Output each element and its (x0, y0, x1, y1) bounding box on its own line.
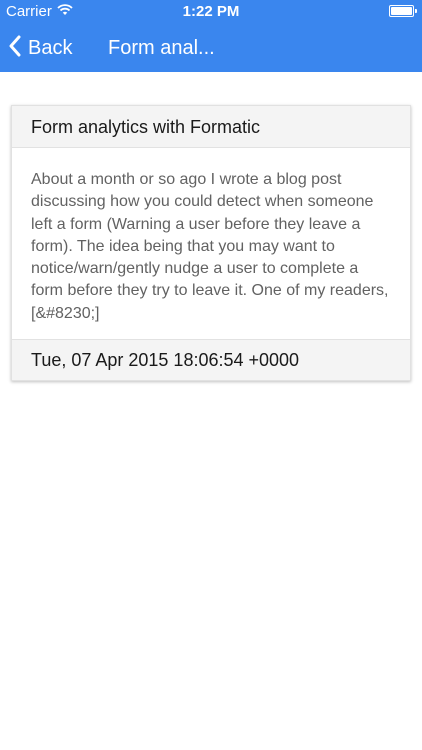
chevron-left-icon (8, 35, 22, 62)
status-time: 1:22 PM (182, 3, 240, 20)
post-excerpt: About a month or so ago I wrote a blog p… (31, 171, 389, 322)
back-label: Back (28, 36, 73, 59)
battery-icon (389, 5, 417, 17)
back-button[interactable]: Back (8, 32, 72, 64)
post-title: Form analytics with Formatic (12, 106, 410, 148)
app-screen: Carrier 1:22 PM Back Form anal... Form a… (0, 0, 422, 750)
header: Carrier 1:22 PM Back Form anal... (0, 0, 422, 72)
post-date: Tue, 07 Apr 2015 18:06:54 +0000 (12, 339, 410, 380)
status-bar: Carrier 1:22 PM (0, 0, 422, 24)
page-title: Form anal... (108, 37, 215, 59)
post-card[interactable]: Form analytics with Formatic About a mon… (11, 105, 411, 381)
nav-bar: Back Form anal... (0, 24, 422, 72)
